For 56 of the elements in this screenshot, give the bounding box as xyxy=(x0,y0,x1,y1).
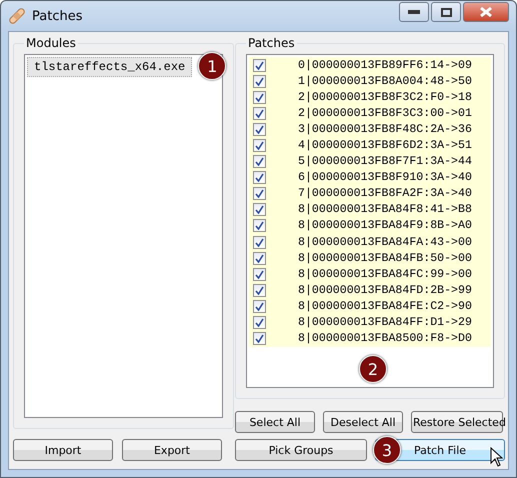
patch-entry: 8|000000013FBA84F8:41->B8 xyxy=(297,203,472,216)
patch-entry: 6|000000013FB8F910:3A->40 xyxy=(297,171,472,184)
checkbox[interactable] xyxy=(253,203,266,216)
patch-entry: 8|000000013FBA84FE:C2->90 xyxy=(297,300,472,313)
checkbox[interactable] xyxy=(253,300,266,313)
patch-entry: 8|000000013FBA8500:F8->D0 xyxy=(297,332,472,346)
window-title: Patches xyxy=(32,8,84,24)
checkbox[interactable] xyxy=(253,219,266,232)
patch-entry: 8|000000013FBA84FA:43->00 xyxy=(297,236,472,249)
checkbox[interactable] xyxy=(253,122,266,136)
checkbox[interactable] xyxy=(253,171,266,184)
callout-badge: 3 xyxy=(373,436,401,464)
callout-badge: 1 xyxy=(198,52,226,80)
checkbox[interactable] xyxy=(253,284,266,297)
checkbox[interactable] xyxy=(253,332,266,346)
checkbox[interactable] xyxy=(253,316,266,330)
group-label: Patches xyxy=(247,36,296,50)
maximize-icon xyxy=(440,8,452,16)
cursor-icon xyxy=(490,447,503,467)
patch-entry: 3|000000013FB8F48C:2A->36 xyxy=(297,122,472,136)
callout-badge: 2 xyxy=(359,355,387,383)
patch-entry: 0|000000013FB89FF6:14->09 xyxy=(297,58,472,72)
module-item[interactable]: tlstareffects_x64.exe xyxy=(27,57,192,77)
patch-entry: 1|000000013FB8A004:48->50 xyxy=(297,74,472,88)
patch-entry: 7|000000013FB8FA2F:3A->40 xyxy=(297,187,472,200)
patch-entry: 5|000000013FB8F7F1:3A->44 xyxy=(297,155,472,168)
close-button[interactable] xyxy=(463,2,509,22)
minimize-button[interactable] xyxy=(399,2,429,22)
action-button[interactable]: Import xyxy=(13,439,113,461)
patch-entry: 8|000000013FBA84FF:D1->29 xyxy=(297,316,472,330)
maximize-button[interactable] xyxy=(431,2,461,22)
checkbox[interactable] xyxy=(253,139,266,152)
close-icon xyxy=(480,7,492,17)
action-button[interactable]: Select All xyxy=(235,411,315,433)
patch-entry: 4|000000013FB8F6D2:3A->51 xyxy=(297,139,472,152)
checkbox[interactable] xyxy=(253,236,266,249)
checkbox[interactable] xyxy=(253,252,266,265)
patch-entry: 8|000000013FBA84FB:50->00 xyxy=(297,252,472,265)
checkbox[interactable] xyxy=(253,155,266,168)
action-button[interactable]: Restore Selected xyxy=(411,411,503,433)
patch-entry: 2|000000013FB8F3C3:00->01 xyxy=(297,106,472,120)
checkbox[interactable] xyxy=(253,90,266,104)
action-button[interactable]: Export xyxy=(122,439,222,461)
action-button[interactable]: Deselect All xyxy=(323,411,403,433)
checkbox[interactable] xyxy=(253,106,266,120)
checkbox[interactable] xyxy=(253,58,266,72)
action-button[interactable]: Pick Groups xyxy=(235,439,367,461)
checkbox[interactable] xyxy=(253,187,266,200)
patch-entry: 8|000000013FBA84FC:99->00 xyxy=(297,268,472,281)
checkbox[interactable] xyxy=(253,268,266,281)
patch-entry: 8|000000013FBA84FD:2B->99 xyxy=(297,284,472,297)
group-label: Modules xyxy=(25,36,77,50)
patch-entry: 8|000000013FBA84F9:8B->A0 xyxy=(297,219,472,232)
minimize-icon xyxy=(408,10,420,14)
patch-entry: 2|000000013FB8F3C2:F0->18 xyxy=(297,90,472,104)
checkbox[interactable] xyxy=(253,74,266,88)
